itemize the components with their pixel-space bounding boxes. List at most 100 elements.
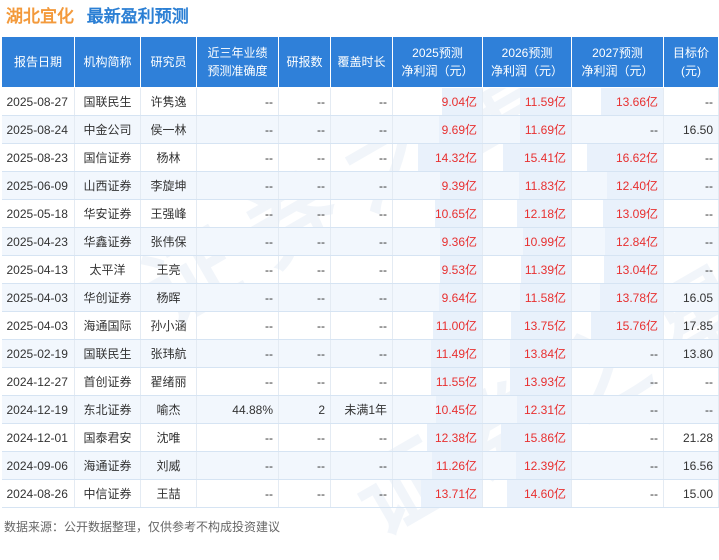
report-date: 2025-06-09 bbox=[1, 171, 75, 200]
profit-2025: 11.26亿 bbox=[392, 451, 483, 480]
analyst: 李旋坤 bbox=[140, 171, 197, 200]
target-price: -- bbox=[663, 171, 719, 200]
profit-2027-value: -- bbox=[650, 402, 658, 417]
report-count: -- bbox=[278, 227, 331, 256]
institution: 国联民生 bbox=[74, 87, 141, 116]
profit-2025-value: 14.32亿 bbox=[434, 151, 477, 165]
profit-2027-value: 15.76亿 bbox=[615, 319, 658, 333]
coverage-duration: -- bbox=[330, 171, 393, 200]
report-date: 2025-08-24 bbox=[1, 115, 75, 144]
accuracy: -- bbox=[196, 143, 279, 172]
profit-2027-value: 16.62亿 bbox=[615, 151, 658, 165]
header-report-date: 报告日期 bbox=[1, 36, 75, 88]
profit-2025-value: 11.49亿 bbox=[435, 347, 477, 361]
profit-2025-value: 11.55亿 bbox=[435, 375, 477, 389]
analyst: 张玮航 bbox=[140, 339, 197, 368]
accuracy: -- bbox=[196, 423, 279, 452]
report-count: -- bbox=[278, 423, 331, 452]
report-date: 2025-08-23 bbox=[1, 143, 75, 172]
target-price: 15.00 bbox=[663, 479, 719, 508]
coverage-duration: -- bbox=[330, 255, 393, 284]
table-row: 2024-09-06 海通证券 刘威 -- -- -- 11.26亿 12.39亿 -- 16.5… bbox=[1, 451, 719, 480]
institution: 太平洋 bbox=[74, 255, 141, 284]
profit-2025: 9.36亿 bbox=[392, 227, 483, 256]
profit-2026-value: 12.39亿 bbox=[523, 459, 566, 473]
report-count: -- bbox=[278, 339, 331, 368]
header-profit-2026: 2026预测 净利润（元） bbox=[482, 36, 572, 88]
profit-2026: 14.60亿 bbox=[482, 479, 572, 508]
profit-2026: 11.59亿 bbox=[482, 87, 572, 116]
target-price: 16.05 bbox=[663, 283, 719, 312]
profit-2025-value: 11.00亿 bbox=[435, 319, 477, 333]
target-price: -- bbox=[663, 367, 719, 396]
institution: 华安证券 bbox=[74, 199, 141, 228]
institution: 海通国际 bbox=[74, 311, 141, 340]
table-row: 2025-04-03 华创证券 杨晖 -- -- -- 9.64亿 11.58亿 13.78亿 1… bbox=[1, 283, 719, 312]
report-date: 2025-04-23 bbox=[1, 227, 75, 256]
accuracy: 44.88% bbox=[196, 395, 279, 424]
profit-2026-value: 11.39亿 bbox=[524, 263, 566, 277]
coverage-duration: -- bbox=[330, 143, 393, 172]
profit-2027-value: -- bbox=[650, 374, 658, 389]
analyst: 王亮 bbox=[140, 255, 197, 284]
profit-2025-value: 10.65亿 bbox=[434, 207, 477, 221]
profit-2026-value: 11.83亿 bbox=[524, 179, 566, 193]
profit-2025: 9.53亿 bbox=[392, 255, 483, 284]
profit-2027: -- bbox=[571, 115, 664, 144]
table-row: 2024-12-27 首创证券 翟绪丽 -- -- -- 11.55亿 13.93亿 -- -- bbox=[1, 367, 719, 396]
institution: 东北证券 bbox=[74, 395, 141, 424]
profit-2027: 12.40亿 bbox=[571, 171, 664, 200]
profit-2025-value: 10.45亿 bbox=[434, 403, 477, 417]
profit-2027-value: 13.04亿 bbox=[615, 263, 658, 277]
header-analyst: 研究员 bbox=[140, 36, 197, 88]
analyst: 刘威 bbox=[140, 451, 197, 480]
target-price: 16.56 bbox=[663, 451, 719, 480]
institution: 首创证券 bbox=[74, 367, 141, 396]
coverage-duration: -- bbox=[330, 451, 393, 480]
profit-2025: 10.65亿 bbox=[392, 199, 483, 228]
coverage-duration: -- bbox=[330, 423, 393, 452]
header-profit-2027: 2027预测 净利润（元） bbox=[571, 36, 664, 88]
table-row: 2024-08-26 中信证券 王喆 -- -- -- 13.71亿 14.60亿 -- 15.0… bbox=[1, 479, 719, 508]
table-row: 2025-04-03 海通国际 孙小涵 -- -- -- 11.00亿 13.75亿 15.76… bbox=[1, 311, 719, 340]
target-price: -- bbox=[663, 395, 719, 424]
profit-2027-value: 12.40亿 bbox=[615, 179, 658, 193]
company-name: 湖北宜化 bbox=[6, 7, 74, 26]
report-count: -- bbox=[278, 311, 331, 340]
coverage-duration: -- bbox=[330, 283, 393, 312]
profit-2027: 12.84亿 bbox=[571, 227, 664, 256]
profit-2027-value: 13.66亿 bbox=[615, 95, 658, 109]
header-report-count: 研报数 bbox=[278, 36, 331, 88]
accuracy: -- bbox=[196, 339, 279, 368]
profit-2025-value: 9.53亿 bbox=[441, 263, 477, 277]
report-count: -- bbox=[278, 171, 331, 200]
analyst: 王喆 bbox=[140, 479, 197, 508]
profit-2026: 13.84亿 bbox=[482, 339, 572, 368]
profit-2025: 9.04亿 bbox=[392, 87, 483, 116]
data-source-note: 数据来源：公开数据整理，仅供参考不构成投资建议 bbox=[4, 520, 281, 534]
profit-2025: 11.00亿 bbox=[392, 311, 483, 340]
profit-2027: -- bbox=[571, 423, 664, 452]
profit-2026: 13.93亿 bbox=[482, 367, 572, 396]
profit-2027-value: -- bbox=[650, 486, 658, 501]
profit-2025: 12.38亿 bbox=[392, 423, 483, 452]
profit-2026: 10.99亿 bbox=[482, 227, 572, 256]
profit-2025: 9.39亿 bbox=[392, 171, 483, 200]
profit-2027: 13.66亿 bbox=[571, 87, 664, 116]
page-title: 湖北宜化 最新盈利预测 bbox=[6, 4, 189, 30]
header-accuracy: 近三年业绩 预测准确度 bbox=[196, 36, 279, 88]
analyst: 杨晖 bbox=[140, 283, 197, 312]
target-price: -- bbox=[663, 143, 719, 172]
profit-2027: 13.09亿 bbox=[571, 199, 664, 228]
profit-2026: 12.31亿 bbox=[482, 395, 572, 424]
target-price: 16.50 bbox=[663, 115, 719, 144]
forecast-table: 报告日期 机构简称 研究员 近三年业绩 预测准确度 研报数 覆盖时长 2025预测 净利润（… bbox=[1, 36, 719, 508]
coverage-duration: -- bbox=[330, 479, 393, 508]
report-count: -- bbox=[278, 283, 331, 312]
table-row: 2025-04-23 华鑫证券 张伟保 -- -- -- 9.36亿 10.99亿 12.84亿… bbox=[1, 227, 719, 256]
profit-2026: 13.75亿 bbox=[482, 311, 572, 340]
profit-2026-value: 10.99亿 bbox=[523, 235, 566, 249]
accuracy: -- bbox=[196, 479, 279, 508]
profit-2026: 11.39亿 bbox=[482, 255, 572, 284]
profit-2026: 12.18亿 bbox=[482, 199, 572, 228]
